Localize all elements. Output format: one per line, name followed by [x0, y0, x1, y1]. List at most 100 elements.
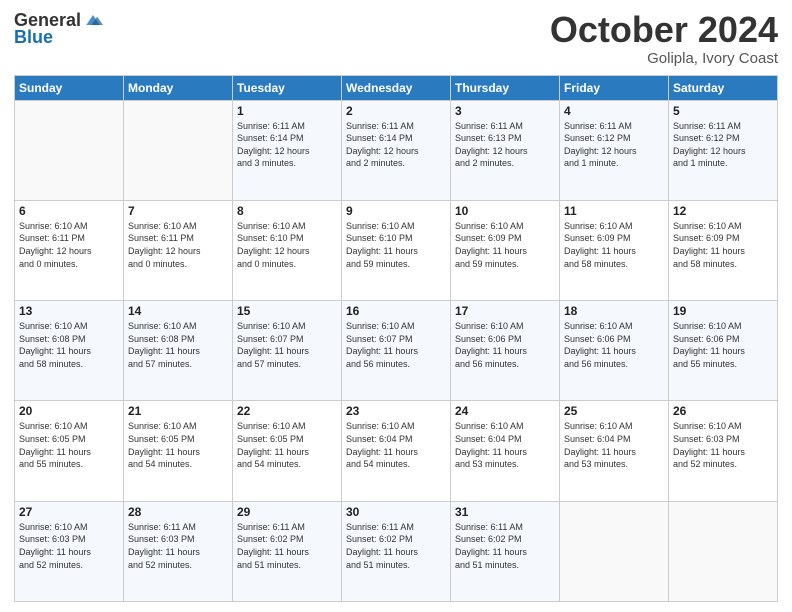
calendar-cell: 18Sunrise: 6:10 AM Sunset: 6:06 PM Dayli… [560, 301, 669, 401]
day-info: Sunrise: 6:10 AM Sunset: 6:09 PM Dayligh… [673, 220, 773, 270]
day-number: 27 [19, 505, 119, 519]
title-location: Golipla, Ivory Coast [550, 50, 778, 67]
day-info: Sunrise: 6:10 AM Sunset: 6:04 PM Dayligh… [455, 420, 555, 470]
calendar-cell: 28Sunrise: 6:11 AM Sunset: 6:03 PM Dayli… [124, 501, 233, 601]
calendar-cell: 5 Sunrise: 6:11 AM Sunset: 6:12 PM Daylig… [669, 100, 778, 200]
day-info: Sunrise: 6:10 AM Sunset: 6:07 PM Dayligh… [237, 320, 337, 370]
calendar-cell: 10 Sunrise: 6:10 AM Sunset: 6:09 PM Dayli… [451, 200, 560, 300]
day-number: 22 [237, 404, 337, 418]
calendar-cell: 1 Sunrise: 6:11 AM Sunset: 6:14 PM Daylig… [233, 100, 342, 200]
day-info: Sunrise: 6:10 AM Sunset: 6:04 PM Dayligh… [564, 420, 664, 470]
day-number: 26 [673, 404, 773, 418]
calendar-header-cell: Thursday [451, 75, 560, 100]
calendar-cell [124, 100, 233, 200]
day-number: 31 [455, 505, 555, 519]
day-info: Sunrise: 6:10 AM Sunset: 6:03 PM Dayligh… [673, 420, 773, 470]
calendar-week-row: 1 Sunrise: 6:11 AM Sunset: 6:14 PM Daylig… [15, 100, 778, 200]
day-info: Sunrise: 6:10 AM Sunset: 6:05 PM Dayligh… [19, 420, 119, 470]
day-info: Sunrise: 6:11 AM Sunset: 6:12 PM Dayligh… [673, 120, 773, 170]
calendar-week-row: 13 Sunrise: 6:10 AM Sunset: 6:08 PM Dayli… [15, 301, 778, 401]
calendar-cell: 21 Sunrise: 6:10 AM Sunset: 6:05 PM Dayli… [124, 401, 233, 501]
calendar-cell: 22Sunrise: 6:10 AM Sunset: 6:05 PM Dayli… [233, 401, 342, 501]
calendar-cell: 24 Sunrise: 6:10 AM Sunset: 6:04 PM Dayli… [451, 401, 560, 501]
day-info: Sunrise: 6:10 AM Sunset: 6:05 PM Dayligh… [128, 420, 228, 470]
calendar-cell: 27 Sunrise: 6:10 AM Sunset: 6:03 PM Dayli… [15, 501, 124, 601]
day-number: 12 [673, 204, 773, 218]
day-info: Sunrise: 6:10 AM Sunset: 6:06 PM Dayligh… [673, 320, 773, 370]
logo: General Blue [14, 10, 103, 48]
calendar-cell: 3Sunrise: 6:11 AM Sunset: 6:13 PM Daylig… [451, 100, 560, 200]
calendar-week-row: 20 Sunrise: 6:10 AM Sunset: 6:05 PM Dayli… [15, 401, 778, 501]
day-number: 21 [128, 404, 228, 418]
header: General Blue October 2024 Golipla, Ivory… [14, 10, 778, 67]
day-number: 10 [455, 204, 555, 218]
day-number: 19 [673, 304, 773, 318]
day-number: 2 [346, 104, 446, 118]
calendar-cell: 9Sunrise: 6:10 AM Sunset: 6:10 PM Daylig… [342, 200, 451, 300]
day-number: 25 [564, 404, 664, 418]
title-block: October 2024 Golipla, Ivory Coast [550, 10, 778, 67]
day-number: 11 [564, 204, 664, 218]
calendar-cell: 7 Sunrise: 6:10 AM Sunset: 6:11 PM Daylig… [124, 200, 233, 300]
day-number: 14 [128, 304, 228, 318]
calendar-cell: 11 Sunrise: 6:10 AM Sunset: 6:09 PM Dayli… [560, 200, 669, 300]
title-month: October 2024 [550, 10, 778, 50]
calendar-cell: 20 Sunrise: 6:10 AM Sunset: 6:05 PM Dayli… [15, 401, 124, 501]
day-info: Sunrise: 6:10 AM Sunset: 6:03 PM Dayligh… [19, 521, 119, 571]
calendar-week-row: 6Sunrise: 6:10 AM Sunset: 6:11 PM Daylig… [15, 200, 778, 300]
day-number: 7 [128, 204, 228, 218]
day-info: Sunrise: 6:11 AM Sunset: 6:14 PM Dayligh… [237, 120, 337, 170]
calendar-header-cell: Wednesday [342, 75, 451, 100]
day-number: 24 [455, 404, 555, 418]
day-number: 30 [346, 505, 446, 519]
page: General Blue October 2024 Golipla, Ivory… [0, 0, 792, 612]
day-number: 3 [455, 104, 555, 118]
day-info: Sunrise: 6:10 AM Sunset: 6:07 PM Dayligh… [346, 320, 446, 370]
day-info: Sunrise: 6:10 AM Sunset: 6:09 PM Dayligh… [564, 220, 664, 270]
calendar-cell: 14 Sunrise: 6:10 AM Sunset: 6:08 PM Dayli… [124, 301, 233, 401]
calendar-cell: 12 Sunrise: 6:10 AM Sunset: 6:09 PM Dayli… [669, 200, 778, 300]
logo-blue: Blue [14, 27, 53, 47]
day-number: 1 [237, 104, 337, 118]
calendar-header-cell: Monday [124, 75, 233, 100]
day-info: Sunrise: 6:11 AM Sunset: 6:02 PM Dayligh… [237, 521, 337, 571]
day-info: Sunrise: 6:11 AM Sunset: 6:03 PM Dayligh… [128, 521, 228, 571]
calendar-cell: 6Sunrise: 6:10 AM Sunset: 6:11 PM Daylig… [15, 200, 124, 300]
calendar-header-row: SundayMondayTuesdayWednesdayThursdayFrid… [15, 75, 778, 100]
day-info: Sunrise: 6:10 AM Sunset: 6:08 PM Dayligh… [128, 320, 228, 370]
day-info: Sunrise: 6:11 AM Sunset: 6:02 PM Dayligh… [346, 521, 446, 571]
day-info: Sunrise: 6:10 AM Sunset: 6:10 PM Dayligh… [237, 220, 337, 270]
calendar-header-cell: Tuesday [233, 75, 342, 100]
calendar-cell: 4Sunrise: 6:11 AM Sunset: 6:12 PM Daylig… [560, 100, 669, 200]
day-number: 20 [19, 404, 119, 418]
calendar-table: SundayMondayTuesdayWednesdayThursdayFrid… [14, 75, 778, 602]
day-info: Sunrise: 6:11 AM Sunset: 6:02 PM Dayligh… [455, 521, 555, 571]
calendar-week-row: 27 Sunrise: 6:10 AM Sunset: 6:03 PM Dayli… [15, 501, 778, 601]
day-number: 18 [564, 304, 664, 318]
calendar-cell: 16 Sunrise: 6:10 AM Sunset: 6:07 PM Dayli… [342, 301, 451, 401]
calendar-cell: 29 Sunrise: 6:11 AM Sunset: 6:02 PM Dayli… [233, 501, 342, 601]
day-number: 17 [455, 304, 555, 318]
day-info: Sunrise: 6:10 AM Sunset: 6:11 PM Dayligh… [19, 220, 119, 270]
day-number: 16 [346, 304, 446, 318]
day-number: 23 [346, 404, 446, 418]
day-number: 5 [673, 104, 773, 118]
calendar-header-cell: Saturday [669, 75, 778, 100]
calendar-cell: 19 Sunrise: 6:10 AM Sunset: 6:06 PM Dayli… [669, 301, 778, 401]
calendar-cell: 31 Sunrise: 6:11 AM Sunset: 6:02 PM Dayli… [451, 501, 560, 601]
logo-icon [83, 10, 103, 30]
calendar-cell: 25 Sunrise: 6:10 AM Sunset: 6:04 PM Dayli… [560, 401, 669, 501]
day-number: 8 [237, 204, 337, 218]
day-number: 4 [564, 104, 664, 118]
calendar-cell: 13 Sunrise: 6:10 AM Sunset: 6:08 PM Dayli… [15, 301, 124, 401]
calendar-cell: 15Sunrise: 6:10 AM Sunset: 6:07 PM Dayli… [233, 301, 342, 401]
day-info: Sunrise: 6:10 AM Sunset: 6:04 PM Dayligh… [346, 420, 446, 470]
day-info: Sunrise: 6:10 AM Sunset: 6:08 PM Dayligh… [19, 320, 119, 370]
calendar-cell: 2Sunrise: 6:11 AM Sunset: 6:14 PM Daylig… [342, 100, 451, 200]
day-number: 13 [19, 304, 119, 318]
calendar-cell [669, 501, 778, 601]
calendar-header-cell: Sunday [15, 75, 124, 100]
day-number: 29 [237, 505, 337, 519]
day-info: Sunrise: 6:10 AM Sunset: 6:11 PM Dayligh… [128, 220, 228, 270]
day-info: Sunrise: 6:10 AM Sunset: 6:09 PM Dayligh… [455, 220, 555, 270]
